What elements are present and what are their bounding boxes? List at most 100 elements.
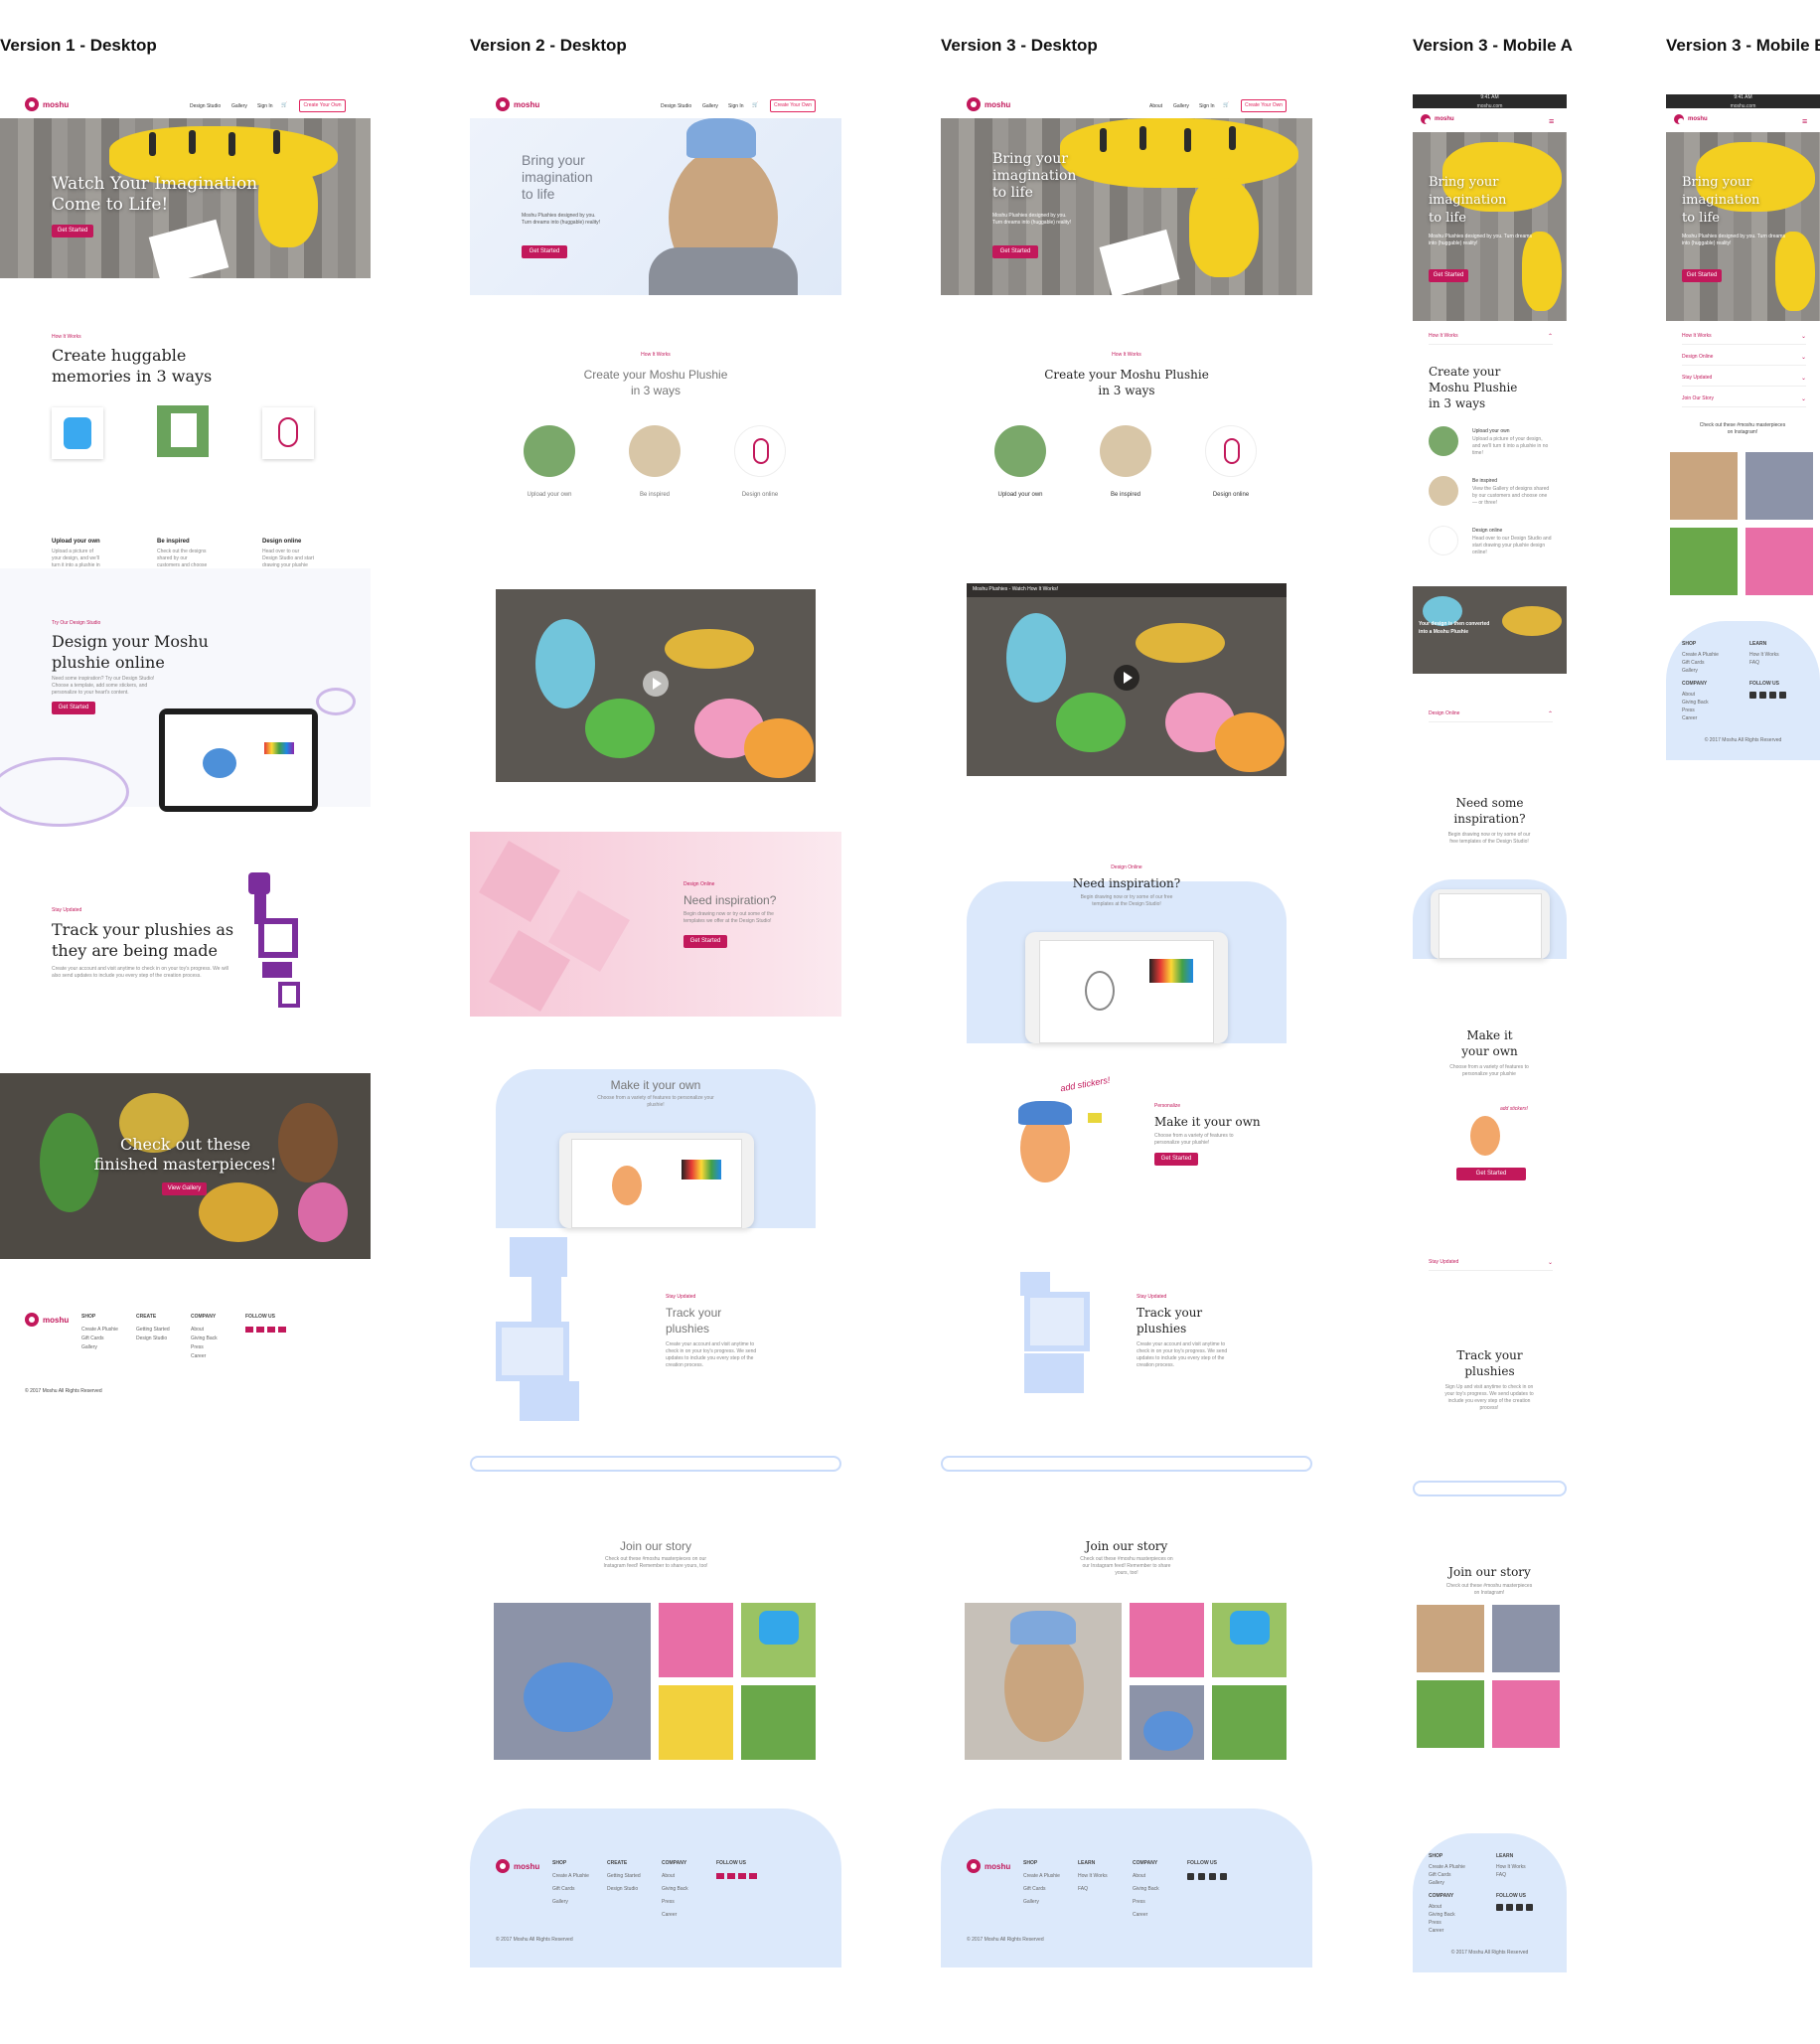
v3ma-footer-link[interactable]: Press [1429,1919,1441,1927]
v3ma-logo[interactable]: moshu [1421,114,1454,124]
v3ma-accordion-design[interactable]: Design Online ⌃ [1429,710,1553,722]
v3-footer-link[interactable]: How It Works [1078,1872,1108,1880]
v1-studio-get-started-button[interactable]: Get Started [52,702,95,714]
v2-insp-get-started-button[interactable]: Get Started [683,935,727,948]
v3ma-hero-get-started-button[interactable]: Get Started [1429,269,1468,282]
v3mb-footer-link[interactable]: Gift Cards [1682,659,1705,667]
v2-footer-link[interactable]: Giving Back [662,1885,688,1893]
v3mb-footer-link[interactable]: Giving Back [1682,699,1709,707]
v3-footer-link[interactable]: Career [1133,1911,1147,1919]
v3ma-accordion-how[interactable]: How It Works ⌃ [1429,333,1553,345]
v1-footer-link[interactable]: Create A Plushie [81,1326,118,1334]
instagram-photo-3[interactable] [741,1603,816,1677]
instagram-photo-2[interactable] [1745,452,1813,520]
v3ma-footer-link[interactable]: Gift Cards [1429,1871,1451,1879]
v3-create-your-own-button[interactable]: Create Your Own [1241,99,1287,112]
v3mb-footer-link[interactable]: About [1682,691,1695,699]
v3-nav-about[interactable]: About [1149,103,1162,109]
hamburger-menu-icon[interactable]: ≡ [1549,116,1554,126]
instagram-photo-4[interactable] [1492,1680,1560,1748]
v3-footer-link[interactable]: Gallery [1023,1898,1039,1906]
twitter-icon[interactable] [256,1327,264,1333]
v2-footer-link[interactable]: Press [662,1898,675,1906]
instagram-photo-3[interactable] [1212,1603,1287,1677]
v3ma-footer-link[interactable]: Gallery [1429,1879,1444,1887]
v2-footer-link[interactable]: Gift Cards [552,1885,575,1893]
v1-footer-logo[interactable]: moshu [25,1313,69,1327]
instagram-photo-4[interactable] [1130,1685,1204,1760]
v3-footer-link[interactable]: Press [1133,1898,1145,1906]
facebook-icon[interactable] [1187,1873,1194,1880]
v2-footer-link[interactable]: Create A Plushie [552,1872,589,1880]
v3mb-footer-link[interactable]: Gallery [1682,667,1698,675]
v2-hero-get-started-button[interactable]: Get Started [522,245,567,258]
v1-footer-link[interactable]: Press [191,1343,204,1351]
v1-footer-link[interactable]: Career [191,1352,206,1360]
v1-logo[interactable]: moshu [25,97,69,111]
v2-footer-link[interactable]: Getting Started [607,1872,641,1880]
instagram-photo-2[interactable] [1130,1603,1204,1677]
facebook-icon[interactable] [1749,692,1756,699]
v2-nav-design-studio[interactable]: Design Studio [661,103,691,109]
v3-footer-link[interactable]: Giving Back [1133,1885,1159,1893]
instagram-photo-1[interactable] [1417,1605,1484,1672]
v3-video[interactable] [967,583,1287,776]
v1-nav-gallery[interactable]: Gallery [231,103,247,109]
v3ma-footer-link[interactable]: FAQ [1496,1871,1506,1879]
facebook-icon[interactable] [245,1327,253,1333]
v1-footer-link[interactable]: Gift Cards [81,1335,104,1342]
v2-video[interactable] [496,589,816,782]
v1-footer-link[interactable]: Giving Back [191,1335,218,1342]
v3mb-accordion-join[interactable]: Join Our Story ⌄ [1682,395,1806,407]
instagram-photo-1[interactable] [965,1603,1122,1760]
v3-logo[interactable]: moshu [967,97,1010,111]
v1-create-your-own-button[interactable]: Create Your Own [299,99,346,112]
youtube-icon[interactable] [1220,1873,1227,1880]
v3ma-accordion-stay[interactable]: Stay Updated ⌄ [1429,1259,1553,1271]
v2-footer-link[interactable]: Career [662,1911,677,1919]
instagram-photo-4[interactable] [1745,528,1813,595]
v1-footer-link[interactable]: Gallery [81,1343,97,1351]
v3-footer-logo[interactable]: moshu [967,1859,1010,1873]
twitter-icon[interactable] [1198,1873,1205,1880]
v1-view-gallery-button[interactable]: View Gallery [162,1182,207,1195]
v1-nav-design-studio[interactable]: Design Studio [190,103,221,109]
v3ma-footer-link[interactable]: Giving Back [1429,1911,1455,1919]
v3mb-footer-link[interactable]: Press [1682,707,1695,714]
v3-nav-gallery[interactable]: Gallery [1173,103,1189,109]
cart-icon[interactable]: 🛒 [281,102,287,108]
instagram-icon[interactable] [267,1327,275,1333]
instagram-photo-2[interactable] [659,1603,733,1677]
v1-hero-get-started-button[interactable]: Get Started [52,225,93,237]
v3mb-footer-link[interactable]: Create A Plushie [1682,651,1719,659]
v2-footer-logo[interactable]: moshu [496,1859,539,1873]
v3-footer-link[interactable]: About [1133,1872,1145,1880]
youtube-icon[interactable] [1779,692,1786,699]
v2-footer-link[interactable]: About [662,1872,675,1880]
instagram-icon[interactable] [1769,692,1776,699]
play-icon[interactable] [643,671,669,697]
instagram-photo-5[interactable] [741,1685,816,1760]
hamburger-menu-icon[interactable]: ≡ [1802,116,1807,126]
v3-nav-sign-in[interactable]: Sign In [1199,103,1215,109]
v3ma-footer-link[interactable]: How It Works [1496,1863,1526,1871]
instagram-photo-4[interactable] [659,1685,733,1760]
v1-footer-link[interactable]: About [191,1326,204,1334]
v3mb-accordion-how[interactable]: How It Works ⌄ [1682,333,1806,345]
v3-footer-link[interactable]: Gift Cards [1023,1885,1046,1893]
facebook-icon[interactable] [716,1873,724,1879]
v3-footer-link[interactable]: FAQ [1078,1885,1088,1893]
v3ma-make-get-started-button[interactable]: Get Started [1456,1168,1526,1180]
v1-footer-link[interactable]: Getting Started [136,1326,170,1334]
v2-nav-gallery[interactable]: Gallery [702,103,718,109]
v3-make-get-started-button[interactable]: Get Started [1154,1153,1198,1166]
v1-nav-sign-in[interactable]: Sign In [257,103,273,109]
v3ma-footer-link[interactable]: Career [1429,1927,1443,1935]
v3mb-footer-link[interactable]: Career [1682,714,1697,722]
twitter-icon[interactable] [1506,1904,1513,1911]
v3-hero-get-started-button[interactable]: Get Started [992,245,1038,258]
instagram-icon[interactable] [1516,1904,1523,1911]
v1-footer-link[interactable]: Design Studio [136,1335,167,1342]
v2-nav-sign-in[interactable]: Sign In [728,103,744,109]
v2-logo[interactable]: moshu [496,97,539,111]
